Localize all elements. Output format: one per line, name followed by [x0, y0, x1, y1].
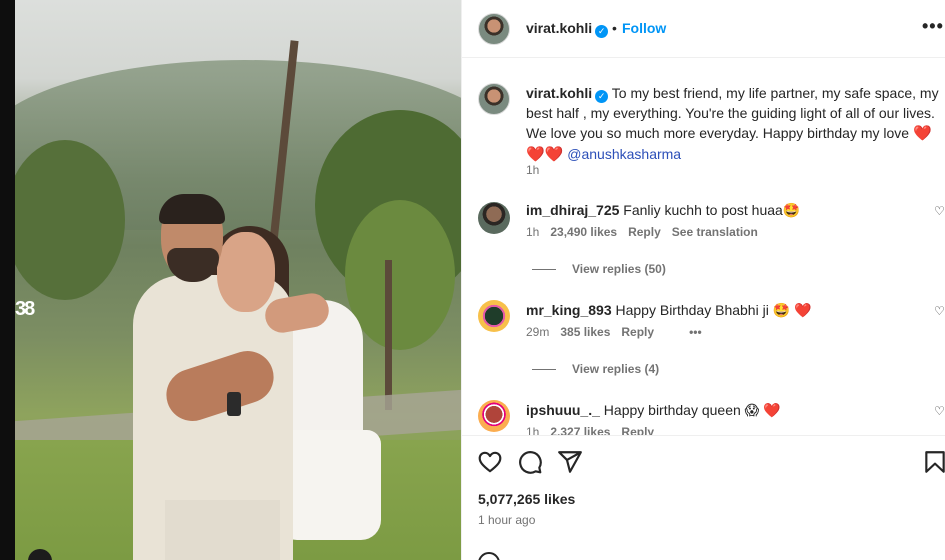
comment-avatar[interactable]: [478, 400, 510, 432]
comment-meta: 1h 23,490 likes Reply See translation: [526, 225, 769, 239]
replies-divider-line: [532, 369, 556, 371]
post-side-panel: virat.kohli ✓ • Follow ••• virat.kohli ✓ T…: [461, 0, 945, 560]
comment-likes[interactable]: 385 likes: [560, 325, 610, 339]
caption-timestamp[interactable]: 1h: [526, 163, 539, 177]
comment-time[interactable]: 29m: [526, 325, 549, 339]
post-header: virat.kohli ✓ • Follow •••: [462, 0, 945, 58]
comment-text: Fanliy kuchh to post huaa🤩: [623, 202, 801, 218]
photo-tree-trunk: [385, 260, 392, 410]
view-replies-button[interactable]: View replies (4): [532, 362, 659, 376]
photo-man-pants: [165, 500, 280, 560]
view-replies-button[interactable]: View replies (50): [532, 262, 666, 276]
photo-man-hair: [159, 194, 225, 224]
post-likes-count[interactable]: 5,077,265 likes: [478, 491, 575, 507]
caption-avatar[interactable]: [478, 83, 510, 115]
post-photo[interactable]: [15, 0, 461, 560]
photo-watch: [227, 392, 241, 416]
comment-reply-button[interactable]: Reply: [621, 425, 654, 435]
comment-likes[interactable]: 2,327 likes: [550, 425, 610, 435]
comment-body: mr_king_893 Happy Birthday Bhabhi ji 🤩 ❤…: [526, 300, 926, 320]
comment-username[interactable]: ipshuuu_._: [526, 402, 600, 418]
author-username[interactable]: virat.kohli: [526, 20, 592, 36]
comment-meta: 29m 385 likes Reply •••: [526, 325, 713, 339]
heart-emoji: ❤️: [912, 125, 932, 142]
post-action-bar: 5,077,265 likes 1 hour ago: [462, 437, 945, 560]
comment-like-icon[interactable]: ♡: [934, 204, 945, 218]
comment-username[interactable]: im_dhiraj_725: [526, 202, 619, 218]
comment-icon[interactable]: [517, 449, 543, 475]
author-username-line[interactable]: virat.kohli ✓: [526, 20, 609, 38]
view-replies-label[interactable]: View replies (50): [572, 262, 666, 276]
caption-username[interactable]: virat.kohli: [526, 85, 592, 101]
comment-reply-button[interactable]: Reply: [628, 225, 661, 239]
comment-time[interactable]: 1h: [526, 425, 539, 435]
photo-tree: [15, 140, 125, 300]
header-dot-separator: •: [612, 20, 617, 36]
heart-icon[interactable]: [477, 449, 503, 475]
photo-edge-marker: 38: [15, 298, 35, 320]
follow-button[interactable]: Follow: [622, 20, 666, 36]
emoji-picker-icon[interactable]: [478, 552, 500, 560]
comment-likes[interactable]: 23,490 likes: [550, 225, 617, 239]
more-options-icon[interactable]: •••: [922, 16, 944, 37]
verified-badge-icon: ✓: [595, 25, 609, 38]
comment-like-icon[interactable]: ♡: [934, 304, 945, 318]
bookmark-icon[interactable]: [922, 449, 945, 475]
post-caption: virat.kohli ✓ To my best friend, my life …: [526, 83, 942, 165]
comment-time[interactable]: 1h: [526, 225, 539, 239]
post-time-ago: 1 hour ago: [478, 513, 536, 527]
comment-body: ipshuuu_._ Happy birthday queen 😱 ❤️: [526, 400, 926, 420]
comments-scroll-area[interactable]: virat.kohli ✓ To my best friend, my life …: [462, 59, 945, 436]
comment-text: Happy Birthday Bhabhi ji 🤩 ❤️: [615, 302, 812, 318]
see-translation-button[interactable]: See translation: [672, 225, 758, 239]
comment-text: Happy birthday queen 😱 ❤️: [603, 402, 781, 418]
photo-woman-face: [217, 232, 275, 312]
comment-meta: 1h 2,327 likes Reply: [526, 425, 665, 435]
photo-tree: [345, 200, 455, 350]
replies-divider-line: [532, 269, 556, 271]
comment-options-icon[interactable]: •••: [689, 325, 702, 339]
comment-reply-button[interactable]: Reply: [621, 325, 654, 339]
view-replies-label[interactable]: View replies (4): [572, 362, 659, 376]
post-photo-area: 38: [0, 0, 461, 560]
comment-body: im_dhiraj_725 Fanliy kuchh to post huaa🤩: [526, 200, 926, 220]
comment-avatar[interactable]: [478, 202, 510, 234]
comment-like-icon[interactable]: ♡: [934, 404, 945, 418]
share-icon[interactable]: [557, 449, 583, 475]
heart-emoji: ❤️: [526, 146, 545, 163]
caption-mention-link[interactable]: @anushkasharma: [567, 146, 681, 162]
comment-username[interactable]: mr_king_893: [526, 302, 612, 318]
comment-avatar[interactable]: [478, 300, 510, 332]
heart-emoji: ❤️: [544, 146, 564, 163]
verified-badge-icon: ✓: [595, 90, 609, 103]
author-avatar[interactable]: [478, 13, 510, 45]
